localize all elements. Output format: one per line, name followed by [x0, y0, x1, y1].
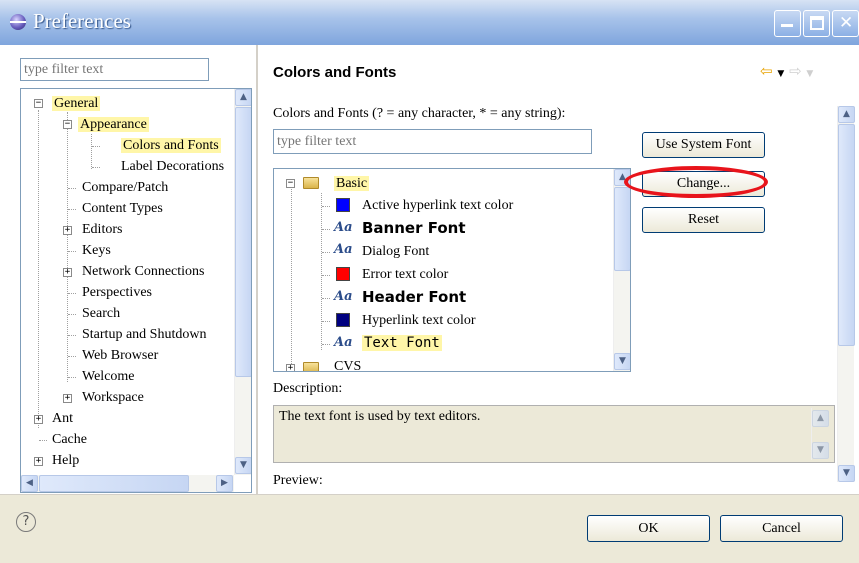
preferences-dialog: Preferences ✕ − General − Appearance Col… [0, 0, 859, 563]
window-title: Preferences [33, 9, 131, 33]
minimize-button[interactable] [774, 10, 801, 37]
item-banner-font[interactable]: Banner Font [362, 218, 466, 239]
filter-instructions: Colors and Fonts (? = any character, * =… [273, 106, 566, 121]
scroll-up-icon[interactable]: ▲ [812, 410, 829, 427]
tree-item-compare-patch[interactable]: Compare/Patch [82, 177, 168, 198]
expand-icon[interactable]: + [63, 394, 72, 403]
tree-item-colors-and-fonts[interactable]: Colors and Fonts [121, 135, 221, 156]
description-label: Description: [273, 381, 343, 396]
font-icon: Aa [334, 220, 353, 235]
tree-item-general[interactable]: General [52, 93, 101, 114]
colors-fonts-tree: − Basic Active hyperlink text color Aa B… [273, 168, 631, 372]
preferences-tree: − General − Appearance Colors and Fonts … [20, 88, 252, 493]
item-text-font[interactable]: Text Font [362, 333, 442, 354]
tree-item-cache[interactable]: Cache [52, 429, 87, 450]
expand-icon[interactable]: + [63, 268, 72, 277]
page-title: Colors and Fonts [273, 64, 397, 81]
description-scrollbar[interactable]: ▲ ▼ [811, 408, 829, 460]
collapse-icon[interactable]: − [34, 99, 43, 108]
scroll-up-icon[interactable]: ▲ [235, 89, 251, 106]
chevron-down-icon[interactable]: ▼ [777, 69, 784, 79]
dialog-footer: ? OK Cancel [0, 494, 859, 563]
back-arrow-icon[interactable]: ⇦ [760, 62, 773, 80]
expand-icon[interactable]: + [286, 364, 295, 371]
font-icon: Aa [334, 289, 353, 304]
tree-item-network-connections[interactable]: Network Connections [82, 261, 204, 282]
tree-item-search[interactable]: Search [82, 303, 120, 324]
tree-item-startup-and-shutdown[interactable]: Startup and Shutdown [82, 324, 206, 345]
category-basic[interactable]: Basic [334, 173, 370, 194]
scroll-left-icon[interactable]: ◀ [21, 475, 38, 492]
help-icon[interactable]: ? [16, 512, 36, 532]
font-icon: Aa [334, 335, 353, 350]
color-swatch [336, 313, 350, 327]
item-error-text-color[interactable]: Error text color [362, 264, 448, 285]
expand-icon[interactable]: + [34, 415, 43, 424]
chevron-down-icon[interactable]: ▼ [806, 69, 813, 79]
scroll-down-icon[interactable]: ▼ [838, 465, 855, 482]
tree-item-editors[interactable]: Editors [82, 219, 122, 240]
colors-fonts-filter-input[interactable] [273, 129, 592, 154]
eclipse-icon [10, 14, 26, 30]
tree-item-ant[interactable]: Ant [52, 408, 73, 429]
color-swatch [336, 198, 350, 212]
tree-item-appearance[interactable]: Appearance [78, 114, 149, 135]
scroll-thumb[interactable] [838, 124, 855, 346]
description-text: The text font is used by text editors. [279, 409, 481, 424]
scroll-thumb[interactable] [39, 475, 189, 492]
collapse-icon[interactable]: − [286, 179, 295, 188]
tree-item-perspectives[interactable]: Perspectives [82, 282, 152, 303]
collapse-icon[interactable]: − [63, 120, 72, 129]
tree-item-label-decorations[interactable]: Label Decorations [121, 156, 224, 177]
left-pane: − General − Appearance Colors and Fonts … [0, 45, 257, 494]
scroll-thumb[interactable] [235, 107, 251, 377]
scroll-thumb[interactable] [614, 187, 630, 271]
scroll-up-icon[interactable]: ▲ [614, 169, 630, 186]
maximize-button[interactable] [803, 10, 830, 37]
tree-horizontal-scrollbar[interactable]: ◀ ▶ [21, 475, 234, 492]
scroll-down-icon[interactable]: ▼ [812, 442, 829, 459]
tree-item-welcome[interactable]: Welcome [82, 366, 135, 387]
expand-icon[interactable]: + [34, 457, 43, 466]
description-box: The text font is used by text editors. ▲… [273, 405, 835, 463]
expand-icon[interactable]: + [63, 226, 72, 235]
item-hyperlink-text-color[interactable]: Hyperlink text color [362, 310, 476, 331]
reset-button[interactable]: Reset [642, 207, 765, 233]
tree-item-web-browser[interactable]: Web Browser [82, 345, 158, 366]
preferences-filter-input[interactable] [20, 58, 209, 81]
change-button[interactable]: Change... [642, 171, 765, 197]
preview-label: Preview: [273, 473, 323, 488]
folder-icon [303, 362, 319, 371]
use-system-font-button[interactable]: Use System Font [642, 132, 765, 158]
scroll-down-icon[interactable]: ▼ [235, 457, 251, 474]
item-dialog-font[interactable]: Dialog Font [362, 241, 429, 262]
tree-item-workspace[interactable]: Workspace [82, 387, 144, 408]
tree-vertical-scrollbar[interactable]: ▲ ▼ [234, 89, 251, 475]
scroll-right-icon[interactable]: ▶ [216, 475, 233, 492]
font-icon: Aa [334, 242, 353, 257]
tree-item-help[interactable]: Help [52, 450, 79, 471]
forward-arrow-icon[interactable]: ⇨ [789, 62, 802, 80]
history-navigation[interactable]: ⇦ ▼ ⇨ ▼ [760, 62, 813, 80]
cancel-button[interactable]: Cancel [720, 515, 843, 542]
ok-button[interactable]: OK [587, 515, 710, 542]
item-header-font[interactable]: Header Font [362, 287, 466, 308]
scroll-down-icon[interactable]: ▼ [614, 353, 630, 370]
tree-item-content-types[interactable]: Content Types [82, 198, 163, 219]
tree-item-keys[interactable]: Keys [82, 240, 111, 261]
color-swatch [336, 267, 350, 281]
category-cvs[interactable]: CVS [334, 356, 361, 371]
scroll-up-icon[interactable]: ▲ [838, 106, 855, 123]
item-active-hyperlink-text-color[interactable]: Active hyperlink text color [362, 195, 513, 216]
folder-icon [303, 177, 319, 189]
close-button[interactable]: ✕ [832, 10, 859, 37]
title-bar[interactable]: Preferences ✕ [0, 0, 859, 45]
right-pane-scrollbar[interactable]: ▲ ▼ [837, 106, 855, 482]
colors-tree-scrollbar[interactable]: ▲ ▼ [613, 169, 630, 371]
